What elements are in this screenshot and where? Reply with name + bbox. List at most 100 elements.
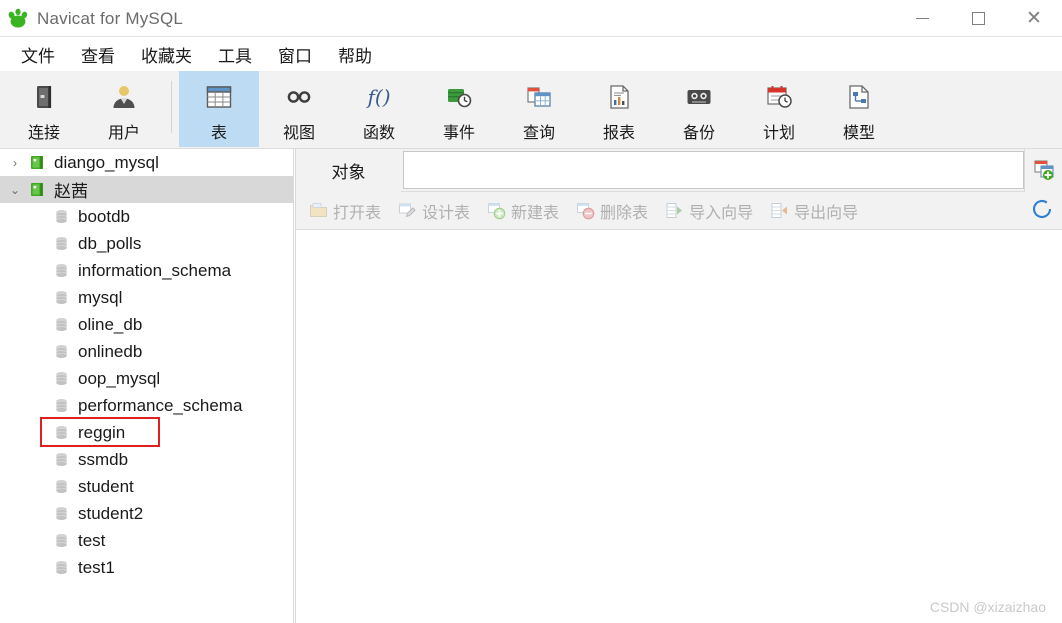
tree-database-student2[interactable]: student2 — [0, 500, 293, 527]
toolbar-button-user[interactable]: 用户 — [84, 71, 164, 147]
tree-database-oop-mysql[interactable]: oop_mysql — [0, 365, 293, 392]
tree-connection-zhaoqian[interactable]: ⌄ 赵茜 — [0, 176, 293, 203]
database-icon — [50, 263, 72, 279]
tree-database-test1[interactable]: test1 — [0, 554, 293, 581]
database-icon — [50, 506, 72, 522]
tree-database-bootdb[interactable]: bootdb — [0, 203, 293, 230]
database-icon — [50, 317, 72, 333]
new-table-label: 新建表 — [511, 204, 560, 222]
open-table-icon — [308, 201, 328, 221]
close-icon: ✕ — [1026, 8, 1042, 29]
design-table-button[interactable]: 设计表 — [391, 196, 476, 226]
tree-database-db-polls[interactable]: db_polls — [0, 230, 293, 257]
new-table-button[interactable]: 新建表 — [480, 196, 565, 226]
delete-table-minus-icon — [575, 201, 595, 221]
object-action-toolbar: 打开表 设计表 新建表 删除表 导入向导 导出向导 — [296, 192, 1062, 230]
new-object-tab-icon[interactable] — [1024, 148, 1062, 192]
export-wizard-button[interactable]: 导出向导 — [763, 196, 864, 226]
function-fx-icon: f() — [363, 81, 395, 113]
close-button[interactable]: ✕ — [1006, 0, 1062, 37]
toolbar-label-connection: 连接 — [27, 125, 60, 142]
connection-icon — [28, 81, 60, 113]
import-wizard-icon — [664, 201, 684, 221]
tree-database-oline-db[interactable]: oline_db — [0, 311, 293, 338]
toolbar-label-function: 函数 — [362, 125, 395, 142]
database-icon — [50, 560, 72, 576]
tree-database-reggin[interactable]: reggin — [0, 419, 293, 446]
tree-database-test[interactable]: test — [0, 527, 293, 554]
tree-database-label: oop_mysql — [78, 368, 161, 388]
tab-objects[interactable]: 对象 — [296, 148, 401, 192]
database-icon — [50, 398, 72, 414]
chevron-down-icon[interactable]: ⌄ — [4, 183, 26, 197]
toolbar-button-function[interactable]: f() 函数 — [339, 71, 419, 147]
database-icon — [50, 452, 72, 468]
database-icon — [50, 425, 72, 441]
toolbar-separator — [171, 81, 172, 133]
toolbar-label-report: 报表 — [602, 125, 635, 142]
model-icon — [843, 81, 875, 113]
toolbar-button-connection[interactable]: 连接 — [4, 71, 84, 147]
menu-item-view[interactable]: 查看 — [68, 40, 128, 69]
tree-database-label: information_schema — [78, 260, 232, 280]
toolbar-button-view[interactable]: 视图 — [259, 71, 339, 147]
export-wizard-icon — [769, 201, 789, 221]
toolbar-button-query[interactable]: 查询 — [499, 71, 579, 147]
menu-item-favorites[interactable]: 收藏夹 — [128, 40, 205, 69]
toolbar-button-schedule[interactable]: 计划 — [739, 71, 819, 147]
tree-database-label: oline_db — [78, 314, 143, 334]
tree-connection-label: 赵茜 — [54, 182, 88, 201]
menu-bar: 文件 查看 收藏夹 工具 窗口 帮助 — [0, 38, 1062, 71]
database-icon — [50, 290, 72, 306]
tree-database-label: mysql — [78, 287, 123, 307]
tree-database-label: student — [78, 476, 134, 496]
delete-table-button[interactable]: 删除表 — [569, 196, 654, 226]
menu-item-file[interactable]: 文件 — [8, 40, 68, 69]
connection-tree-sidebar[interactable]: › diango_mysql ⌄ 赵茜 bootdb db_polls info… — [0, 149, 293, 623]
toolbar-button-table[interactable]: 表 — [179, 71, 259, 147]
toolbar-label-model: 模型 — [842, 125, 875, 142]
toolbar-button-backup[interactable]: 备份 — [659, 71, 739, 147]
refresh-circle-icon[interactable] — [1030, 197, 1054, 221]
database-icon — [50, 209, 72, 225]
user-icon — [108, 81, 140, 113]
toolbar-label-backup: 备份 — [682, 125, 715, 142]
object-list-area — [296, 230, 1062, 622]
menu-item-window[interactable]: 窗口 — [265, 40, 325, 69]
open-table-button[interactable]: 打开表 — [302, 196, 387, 226]
import-wizard-button[interactable]: 导入向导 — [658, 196, 759, 226]
schedule-calendar-icon — [763, 81, 795, 113]
toolbar-button-event[interactable]: 事件 — [419, 71, 499, 147]
table-grid-icon — [203, 81, 235, 113]
chevron-right-icon[interactable]: › — [4, 156, 26, 170]
tree-database-student[interactable]: student — [0, 473, 293, 500]
toolbar-label-view: 视图 — [282, 125, 315, 142]
tree-database-information-schema[interactable]: information_schema — [0, 257, 293, 284]
tree-database-label: performance_schema — [78, 395, 243, 415]
tree-database-label: bootdb — [78, 206, 130, 226]
tree-database-mysql[interactable]: mysql — [0, 284, 293, 311]
tree-connection-label: diango_mysql — [54, 152, 159, 172]
maximize-button[interactable] — [950, 0, 1006, 37]
database-icon — [50, 533, 72, 549]
tree-connection-diango-mysql[interactable]: › diango_mysql — [0, 149, 293, 176]
minimize-button[interactable] — [894, 0, 950, 37]
tree-database-onlinedb[interactable]: onlinedb — [0, 338, 293, 365]
object-search-input[interactable] — [403, 151, 1024, 189]
database-icon — [50, 236, 72, 252]
backup-icon — [683, 81, 715, 113]
menu-item-tools[interactable]: 工具 — [205, 40, 265, 69]
toolbar-label-table: 表 — [210, 125, 227, 142]
menu-item-help[interactable]: 帮助 — [325, 40, 385, 69]
design-table-pencil-icon — [397, 201, 417, 221]
tree-database-ssmdb[interactable]: ssmdb — [0, 446, 293, 473]
new-table-plus-icon — [486, 201, 506, 221]
toolbar-button-report[interactable]: 报表 — [579, 71, 659, 147]
tree-database-performance-schema[interactable]: performance_schema — [0, 392, 293, 419]
toolbar-button-model[interactable]: 模型 — [819, 71, 899, 147]
minimize-icon — [915, 18, 929, 19]
design-table-label: 设计表 — [422, 204, 471, 222]
toolbar-label-event: 事件 — [442, 125, 475, 142]
tree-database-label: onlinedb — [78, 341, 143, 361]
import-wizard-label: 导入向导 — [689, 204, 754, 222]
